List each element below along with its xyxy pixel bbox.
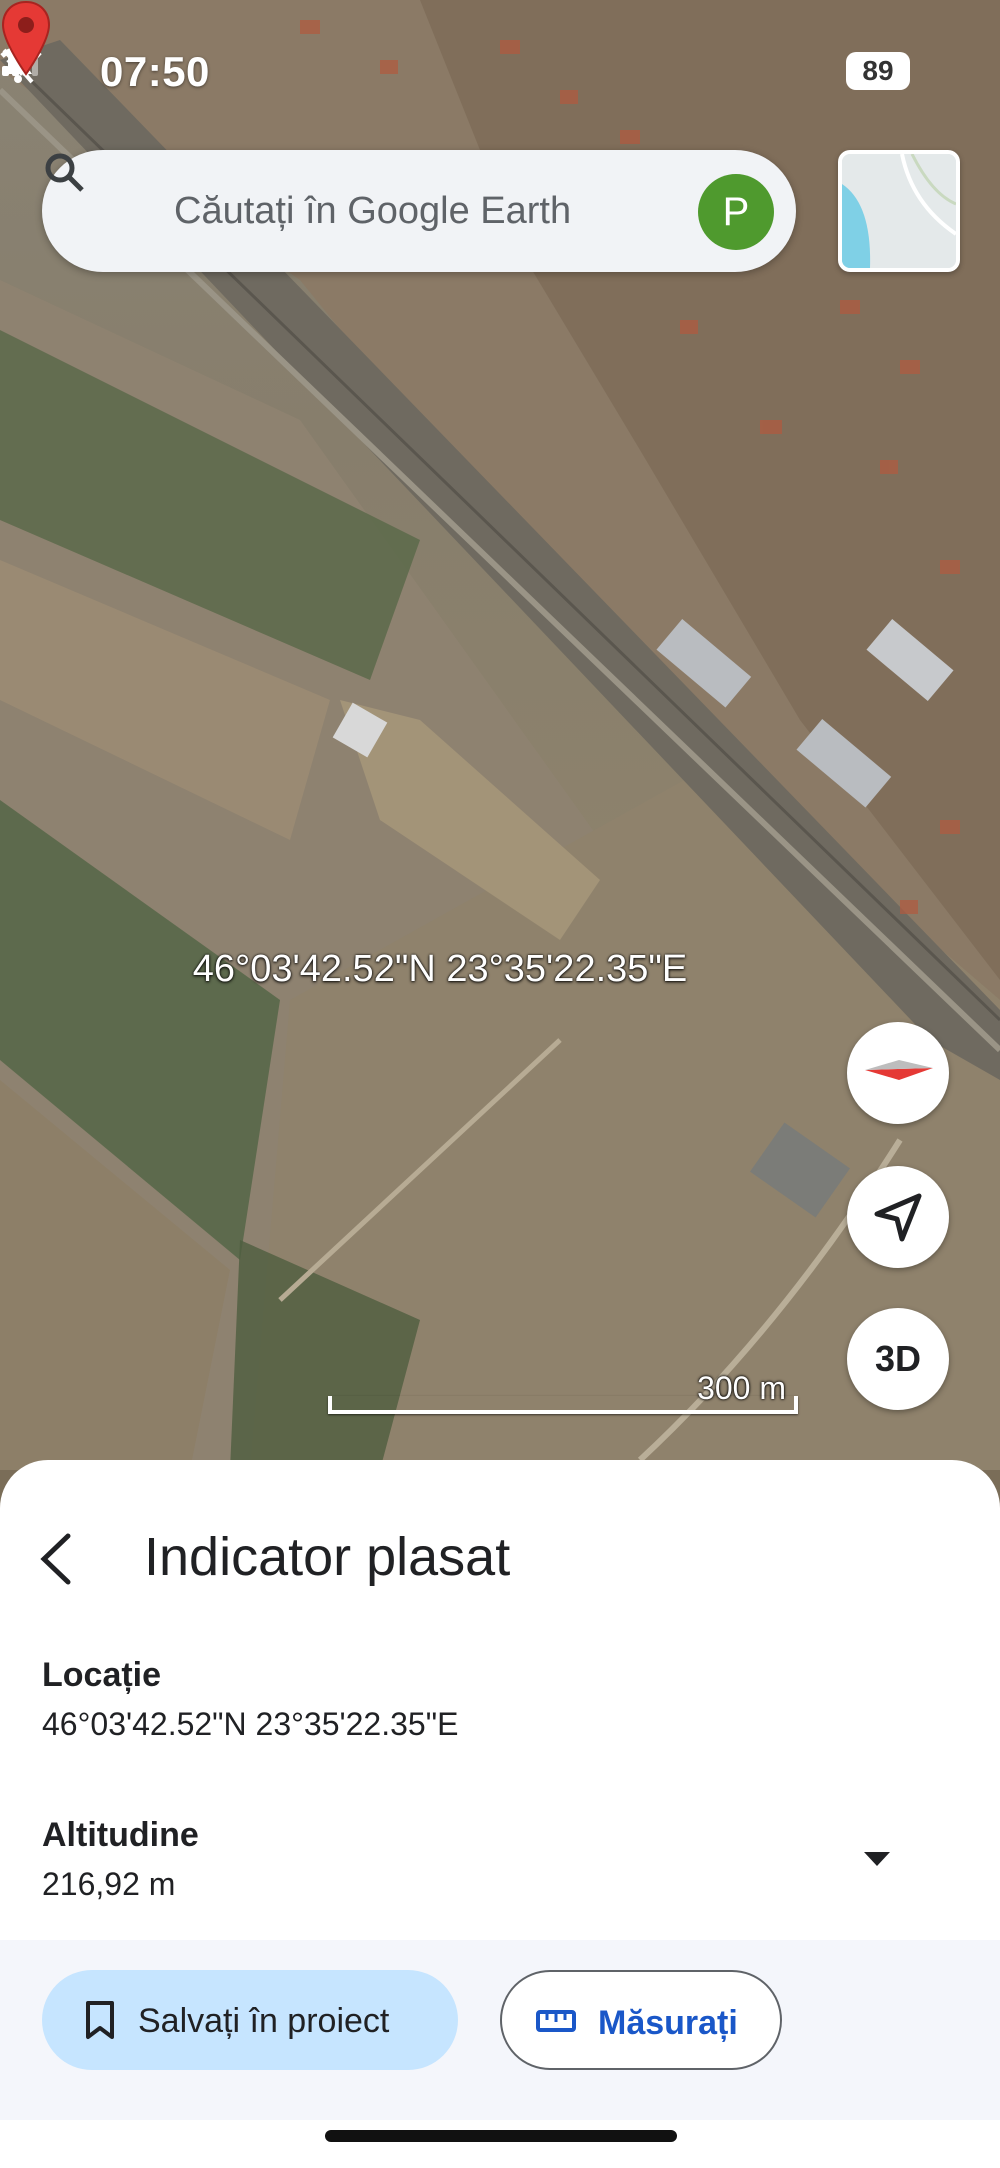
placed-pin-sheet: Indicator plasat Locație 46°03'42.52"N 2… [0, 1460, 1000, 2168]
measure-label: Măsurați [598, 2004, 738, 2042]
avatar[interactable]: P [698, 174, 774, 250]
save-to-project-button[interactable]: Salvați în proiect [42, 1970, 458, 2070]
pin-coordinates-label: 46°03'42.52"N 23°35'22.35"E [192, 948, 688, 990]
3d-toggle-button[interactable]: 3D [847, 1308, 949, 1410]
map-layer-thumbnail[interactable] [838, 150, 960, 272]
status-bar: 07:50 89 [0, 46, 1000, 106]
status-time: 07:50 [100, 48, 210, 95]
search-bar[interactable]: Căutați în Google Earth P [42, 150, 796, 272]
altitude-value: 216,92 m [42, 1866, 176, 1902]
save-to-project-label: Salvați în proiect [138, 2002, 390, 2040]
my-location-button[interactable] [847, 1166, 949, 1268]
compass-icon [865, 1060, 933, 1080]
bookmark-icon [86, 2001, 114, 2039]
map-pin-icon[interactable] [0, 0, 52, 76]
map-view[interactable]: 07:50 89 Căutați în Google Earth P 46°03… [0, 0, 1000, 1470]
action-bar: Salvați în proiect Măsurați [0, 1940, 1000, 2120]
search-placeholder: Căutați în Google Earth [174, 190, 572, 232]
altitude-label: Altitudine [42, 1816, 199, 1854]
sheet-title: Indicator plasat [144, 1527, 511, 1587]
search-icon [45, 153, 84, 192]
home-indicator[interactable] [325, 2130, 677, 2142]
map-thumbnail-icon [842, 154, 956, 268]
battery-indicator: 89 [846, 52, 910, 90]
location-label: Locație [42, 1656, 162, 1694]
dropdown-icon[interactable] [860, 1848, 894, 1870]
scale-line [328, 1396, 798, 1414]
my-location-icon [874, 1193, 922, 1242]
compass-button[interactable] [847, 1022, 949, 1124]
back-icon[interactable] [34, 1530, 82, 1588]
location-value: 46°03'42.52"N 23°35'22.35"E [42, 1706, 459, 1742]
measure-button[interactable]: Măsurați [500, 1970, 782, 2070]
ruler-icon [536, 2010, 576, 2032]
scale-bar: 300 m [328, 1370, 798, 1416]
